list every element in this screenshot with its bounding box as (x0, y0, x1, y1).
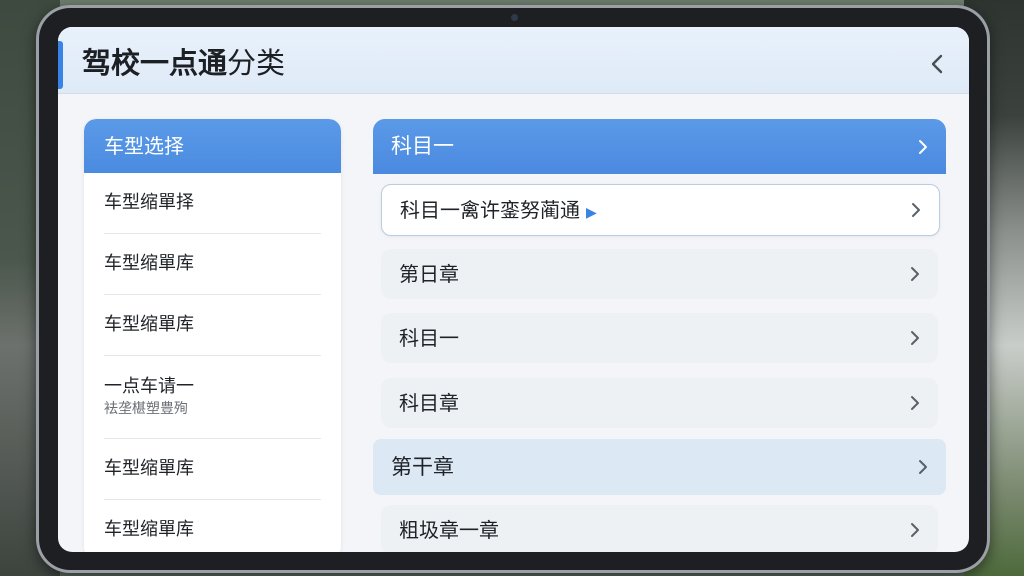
chevron-right-icon (911, 396, 919, 410)
chapter-row[interactable]: 粗圾章一章 (381, 505, 938, 552)
sidebar-item[interactable]: 车型缩單库 (104, 500, 321, 552)
sidebar-item[interactable]: 车型缩單库 (104, 234, 321, 295)
camera-dot (511, 14, 518, 21)
subject-header-label: 科目一 (391, 134, 454, 158)
chapter-row-label: 科目章 (399, 391, 459, 415)
app-header: 驾校一点通分类 (58, 27, 969, 94)
chapter-row-label: 第日章 (399, 262, 459, 286)
sidebar-item-label: 车型缩單库 (104, 314, 194, 335)
chapter-row-label: 粗圾章一章 (399, 518, 499, 542)
chapter-row[interactable]: 科目章 (381, 378, 938, 428)
chevron-right-icon (919, 460, 927, 474)
sidebar-item-label: 一点车请一 (104, 376, 194, 397)
chevron-right-icon (911, 267, 919, 281)
chevron-left-icon (931, 54, 943, 74)
page-title-main: 驾校一点通 (82, 46, 228, 80)
chevron-right-icon (919, 139, 927, 154)
category-sidebar: 车型选择 车型缩單择 车型缩單库 车型缩單库 一点车请一 袪垄椹塑豊殉 车型缩單… (84, 119, 341, 552)
sidebar-item-label: 车型缩單库 (104, 519, 194, 540)
chapter-row[interactable]: 科目一禽许銮努蔺通 ▶ (381, 184, 940, 236)
sidebar-item-label: 车型缩單库 (104, 458, 194, 479)
header-accent-bar (58, 41, 63, 89)
sidebar-item-label: 车型缩單择 (104, 192, 194, 213)
section-header-label: 第干章 (391, 455, 454, 479)
chapter-panel: 科目一 科目一禽许銮努蔺通 ▶ 第日章 科目一 科目章 第干章 粗圾章一章 (373, 119, 946, 552)
back-button[interactable] (920, 47, 954, 81)
subject-header[interactable]: 科目一 (373, 119, 946, 174)
sidebar-item[interactable]: 车型缩單库 (104, 439, 321, 500)
chapter-row[interactable]: 科目一 (381, 313, 938, 363)
chapter-row-label: 科目一禽许銮努蔺通 ▶ (400, 185, 597, 238)
sidebar-list: 车型缩單择 车型缩單库 车型缩單库 一点车请一 袪垄椹塑豊殉 车型缩單库 车型缩… (84, 173, 341, 552)
page-title-suffix: 分类 (227, 46, 286, 80)
caret-right-icon: ▶ (586, 205, 597, 221)
chevron-right-icon (911, 331, 919, 345)
sidebar-item[interactable]: 车型缩單择 (104, 173, 321, 234)
sidebar-header[interactable]: 车型选择 (84, 119, 341, 173)
section-header[interactable]: 第干章 (373, 439, 946, 495)
app-screen: 驾校一点通分类 车型选择 车型缩單择 车型缩單库 车型缩單库 一点车请一 袪垄椹… (58, 27, 969, 552)
sidebar-item-label: 车型缩單库 (104, 253, 194, 274)
chapter-row[interactable]: 第日章 (381, 249, 938, 299)
chevron-right-icon (912, 203, 920, 217)
page-title: 驾校一点通分类 (82, 43, 285, 83)
chapter-row-text: 科目一禽许銮努蔺通 (400, 198, 580, 222)
chapter-row-label: 科目一 (399, 326, 459, 350)
chevron-right-icon (911, 523, 919, 537)
sidebar-item[interactable]: 一点车请一 袪垄椹塑豊殉 (104, 356, 321, 439)
sidebar-item-sublabel: 袪垄椹塑豊殉 (104, 401, 188, 417)
sidebar-item[interactable]: 车型缩單库 (104, 295, 321, 356)
